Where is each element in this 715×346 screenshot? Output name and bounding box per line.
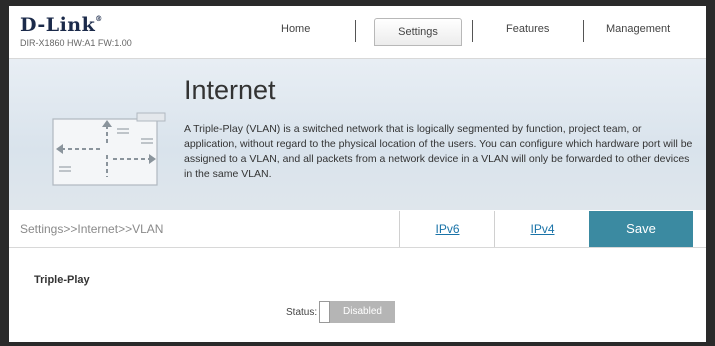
tab-ipv6[interactable]: IPv6	[399, 211, 495, 247]
status-toggle[interactable]: Disabled	[319, 301, 395, 323]
nav-home[interactable]: Home	[281, 23, 310, 35]
app-frame: D-Link® DIR-X1860 HW:A1 FW:1.00 Home Set…	[9, 6, 706, 342]
page-title: Internet	[184, 75, 276, 105]
status-label: Status:	[286, 307, 318, 318]
nav-features[interactable]: Features	[506, 23, 549, 35]
hardware-info: DIR-X1860 HW:A1 FW:1.00	[20, 38, 132, 48]
dlink-logo: D-Link®	[20, 14, 103, 36]
nav-settings[interactable]: Settings	[374, 18, 462, 46]
save-button[interactable]: Save	[589, 211, 693, 247]
logo-text: D-Link	[20, 14, 96, 36]
toggle-state-label: Disabled	[330, 301, 395, 323]
registered-mark-icon: ®	[95, 14, 103, 23]
network-diagram-icon	[52, 112, 166, 186]
page-description: A Triple-Play (VLAN) is a switched netwo…	[184, 123, 693, 180]
tab-ipv4[interactable]: IPv4	[494, 211, 590, 247]
nav-divider	[472, 20, 473, 42]
nav-divider	[355, 20, 356, 42]
top-bar: D-Link® DIR-X1860 HW:A1 FW:1.00 Home Set…	[9, 6, 706, 59]
page-banner: Internet A Triple-Play (VLAN) is a switc…	[9, 59, 706, 210]
breadcrumb: Settings>>Internet>>VLAN	[20, 222, 164, 236]
sub-navigation: Settings>>Internet>>VLAN IPv6 IPv4 Save	[9, 211, 706, 248]
nav-management[interactable]: Management	[606, 23, 670, 35]
toggle-knob[interactable]	[319, 301, 330, 323]
section-title: Triple-Play	[34, 274, 90, 286]
nav-divider	[583, 20, 584, 42]
